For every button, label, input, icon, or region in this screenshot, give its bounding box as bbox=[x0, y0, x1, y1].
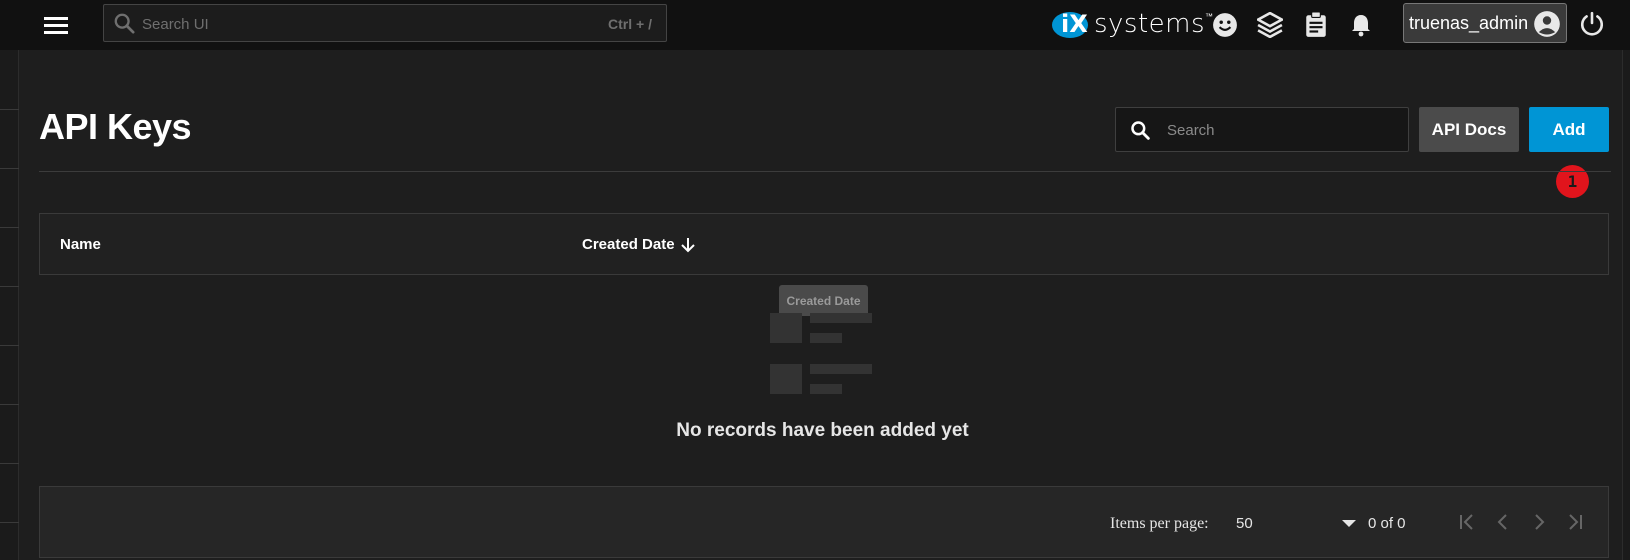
sort-tooltip: Created Date bbox=[779, 285, 868, 316]
items-per-page-select[interactable]: 50 bbox=[1230, 505, 1362, 539]
arrow-down-icon bbox=[680, 237, 695, 252]
menu-toggle-button[interactable] bbox=[40, 9, 72, 41]
page-range-label: 0 of 0 bbox=[1368, 515, 1406, 532]
header-divider bbox=[39, 171, 1611, 172]
column-header-created-date[interactable]: Created Date bbox=[582, 236, 695, 253]
user-menu-button[interactable]: truenas_admin bbox=[1403, 3, 1567, 43]
notifications-icon bbox=[1352, 15, 1370, 37]
power-button[interactable] bbox=[1574, 6, 1610, 42]
logo-ix-text: iX bbox=[1061, 10, 1088, 38]
api-docs-button[interactable]: API Docs bbox=[1419, 107, 1519, 152]
chevron-right-icon bbox=[1535, 514, 1545, 530]
api-keys-search-input[interactable]: Search bbox=[1115, 107, 1409, 152]
sidenav-divider bbox=[0, 109, 19, 110]
feedback-button[interactable] bbox=[1209, 9, 1241, 41]
page-title: API Keys bbox=[39, 106, 192, 147]
sidenav-divider bbox=[0, 227, 19, 228]
top-bar: Search UI Ctrl + / iX systems ™ truenas_… bbox=[0, 0, 1630, 50]
ixsystems-logo[interactable]: iX systems ™ bbox=[1052, 6, 1213, 42]
global-search-input[interactable]: Search UI Ctrl + / bbox=[103, 4, 667, 42]
add-button[interactable]: Add bbox=[1529, 107, 1609, 152]
sidenav-divider bbox=[0, 345, 19, 346]
last-page-icon bbox=[1569, 514, 1582, 530]
jobs-icon bbox=[1306, 12, 1326, 37]
sidenav-divider bbox=[0, 168, 19, 169]
empty-list-icon bbox=[770, 313, 876, 398]
feedback-icon bbox=[1213, 13, 1237, 37]
column-header-name[interactable]: Name bbox=[60, 236, 101, 253]
dropdown-caret-icon bbox=[1342, 520, 1356, 527]
sidenav-divider bbox=[0, 404, 19, 405]
logo-mark: iX bbox=[1052, 9, 1092, 39]
items-per-page-label: Items per page: bbox=[1110, 515, 1209, 532]
notifications-button[interactable] bbox=[1345, 9, 1377, 41]
paginator: Items per page: 50 0 of 0 bbox=[39, 486, 1609, 558]
sidenav-divider bbox=[0, 463, 19, 464]
global-search-placeholder: Search UI bbox=[142, 16, 209, 33]
column-header-created-date-label: Created Date bbox=[582, 236, 675, 253]
truecommand-button[interactable] bbox=[1254, 9, 1286, 41]
power-icon bbox=[1580, 11, 1604, 36]
items-per-page-value: 50 bbox=[1236, 515, 1253, 532]
empty-state-message: No records have been added yet bbox=[676, 420, 969, 441]
next-page-button[interactable] bbox=[1522, 505, 1556, 539]
user-icon bbox=[1534, 11, 1560, 37]
search-icon bbox=[1131, 121, 1150, 140]
first-page-icon bbox=[1460, 514, 1473, 530]
last-page-button[interactable] bbox=[1558, 505, 1592, 539]
sidenav-divider bbox=[0, 522, 19, 523]
first-page-button[interactable] bbox=[1450, 505, 1484, 539]
chevron-left-icon bbox=[1497, 514, 1507, 530]
collapsed-sidenav bbox=[0, 50, 19, 560]
search-icon bbox=[114, 13, 135, 34]
search-shortcut-hint: Ctrl + / bbox=[608, 16, 652, 32]
previous-page-button[interactable] bbox=[1486, 505, 1520, 539]
search-placeholder: Search bbox=[1167, 122, 1215, 139]
jobs-button[interactable] bbox=[1300, 9, 1332, 41]
logo-text: systems bbox=[1094, 9, 1206, 39]
page-scrollbar[interactable] bbox=[1622, 50, 1630, 560]
api-keys-table-header: Name Created Date bbox=[39, 213, 1609, 275]
step-marker-badge: 1 bbox=[1556, 165, 1589, 198]
menu-icon bbox=[44, 17, 68, 34]
truecommand-icon bbox=[1257, 12, 1283, 38]
sidenav-divider bbox=[0, 286, 19, 287]
username-label: truenas_admin bbox=[1409, 12, 1529, 33]
